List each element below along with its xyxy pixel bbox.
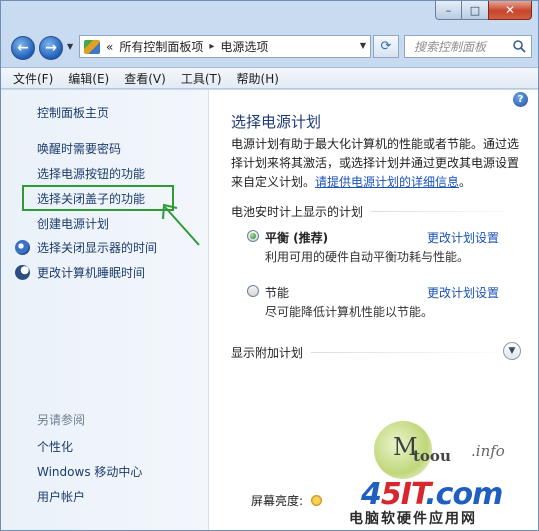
forward-button[interactable]: → <box>39 36 63 60</box>
refresh-button[interactable]: ⟳ <box>373 35 399 58</box>
watermark-site-subtitle: 电脑软硬件应用网 <box>349 511 477 527</box>
plan-power-saver-desc: 尽可能降低计算机性能以节能。 <box>265 305 434 319</box>
plan-power-saver-radio[interactable] <box>247 285 259 297</box>
main-panel: ? 选择电源计划 电源计划有助于最大化计算机的性能或者节能。通过选 择计划来将其… <box>209 90 538 530</box>
caption-buttons: – □ ✕ <box>435 1 532 21</box>
menu-file[interactable]: 文件(F) <box>13 70 53 87</box>
control-panel-icon <box>84 39 100 54</box>
additional-plans-heading[interactable]: 显示附加计划 <box>231 344 303 361</box>
address-overflow[interactable]: « <box>106 40 113 54</box>
description-period: 。 <box>459 175 472 189</box>
refresh-icon: ⟳ <box>380 39 392 54</box>
breadcrumb-chevron-icon[interactable]: ▸ <box>209 41 214 52</box>
sidebar-display-off[interactable]: 选择关闭显示器的时间 <box>15 239 157 256</box>
sleep-moon-icon <box>15 265 30 280</box>
annotation-arrow-icon <box>162 203 200 246</box>
search-input[interactable]: 搜索控制面板 <box>404 35 532 58</box>
back-arrow-icon: ← <box>17 40 29 56</box>
expand-plans-button[interactable]: ▼ <box>503 342 521 360</box>
watermark-mtoou-info: .info <box>471 442 505 460</box>
breadcrumb-all-items[interactable]: 所有控制面板项 <box>119 38 203 55</box>
plan-power-saver-settings-link[interactable]: 更改计划设置 <box>427 284 499 301</box>
search-placeholder: 搜索控制面板 <box>414 40 487 54</box>
sidebar-personalization[interactable]: 个性化 <box>37 438 73 455</box>
plan-balanced-name[interactable]: 平衡 (推荐) <box>265 229 328 246</box>
plan-balanced-desc: 利用可用的硬件自动平衡功耗与性能。 <box>265 250 470 264</box>
sidebar-create-plan[interactable]: 创建电源计划 <box>37 215 109 232</box>
description-line-3: 来自定义计划。 <box>231 175 316 189</box>
additional-plans-section[interactable]: 显示附加计划 <box>231 344 515 361</box>
brightness-control: 屏幕亮度: <box>251 492 323 509</box>
menu-view[interactable]: 查看(V) <box>124 70 166 87</box>
content-area: 控制面板主页 唤醒时需要密码 选择电源按钮的功能 选择关闭盖子的功能 创建电源计… <box>1 90 538 530</box>
page-title: 选择电源计划 <box>231 113 322 131</box>
page-description: 电源计划有助于最大化计算机的性能或者节能。通过选 择计划来将其激活，或选择计划并… <box>231 135 527 192</box>
plan-details-link[interactable]: 请提供电源计划的详细信息 <box>315 175 459 189</box>
maximize-button[interactable]: □ <box>462 1 488 20</box>
plan-balanced-radio[interactable] <box>247 230 259 242</box>
recent-pages-chevron-icon[interactable]: ▼ <box>67 42 73 51</box>
menu-bar: 文件(F) 编辑(E) 查看(V) 工具(T) 帮助(H) <box>1 67 538 89</box>
watermark-mtoou-text: toou <box>413 447 451 465</box>
chevron-down-icon: ▼ <box>508 346 516 356</box>
breadcrumb-power-options[interactable]: 电源选项 <box>220 38 268 55</box>
address-bar[interactable]: « 所有控制面板项 ▸ 电源选项 ▼ <box>79 35 371 58</box>
help-button[interactable]: ? <box>513 92 528 107</box>
back-button[interactable]: ← <box>11 36 35 60</box>
section-divider <box>371 211 527 212</box>
menu-edit[interactable]: 编辑(E) <box>68 70 109 87</box>
brightness-label: 屏幕亮度: <box>251 494 304 508</box>
menu-tools[interactable]: 工具(T) <box>181 70 222 87</box>
sidebar-power-button[interactable]: 选择电源按钮的功能 <box>37 165 145 182</box>
section-divider <box>311 352 515 353</box>
plan-power-saver-name[interactable]: 节能 <box>265 284 289 301</box>
minimize-button[interactable]: – <box>435 1 462 20</box>
sidebar-home-link[interactable]: 控制面板主页 <box>37 104 109 121</box>
brightness-sun-icon <box>311 495 323 506</box>
sidebar-wake-password[interactable]: 唤醒时需要密码 <box>37 140 121 157</box>
sidebar-user-accounts[interactable]: 用户帐户 <box>37 488 85 505</box>
battery-meter-heading: 电池安时计上显示的计划 <box>231 205 364 219</box>
see-also-heading: 另请参阅 <box>37 413 86 427</box>
watermark-45it-logo: 45IT.com <box>361 477 503 512</box>
search-icon[interactable] <box>512 39 526 53</box>
plan-balanced-settings-link[interactable]: 更改计划设置 <box>427 229 499 246</box>
sidebar-sleep-time-label: 更改计算机睡眠时间 <box>37 266 146 280</box>
display-timer-icon <box>15 240 30 255</box>
close-button[interactable]: ✕ <box>488 1 532 20</box>
sidebar-display-off-label: 选择关闭显示器的时间 <box>37 241 158 255</box>
sidebar-sleep-time[interactable]: 更改计算机睡眠时间 <box>15 264 145 281</box>
sidebar-mobility-center[interactable]: Windows 移动中心 <box>37 463 142 480</box>
sidebar: 控制面板主页 唤醒时需要密码 选择电源按钮的功能 选择关闭盖子的功能 创建电源计… <box>1 90 209 530</box>
description-line-1: 电源计划有助于最大化计算机的性能或者节能。通过选 <box>231 137 520 151</box>
address-dropdown-icon[interactable]: ▼ <box>360 41 366 50</box>
menu-help[interactable]: 帮助(H) <box>237 70 279 87</box>
description-line-2: 择计划来将其激活，或选择计划并通过更改其电源设置 <box>231 156 520 170</box>
forward-arrow-icon: → <box>45 40 57 56</box>
navigation-bar: ← → ▼ « 所有控制面板项 ▸ 电源选项 ▼ ⟳ 搜索控制面板 <box>1 27 538 65</box>
battery-meter-section: 电池安时计上显示的计划 <box>231 203 527 220</box>
window: – □ ✕ ← → ▼ « 所有控制面板项 ▸ 电源选项 ▼ ⟳ 搜索控制面板 <box>0 0 539 531</box>
